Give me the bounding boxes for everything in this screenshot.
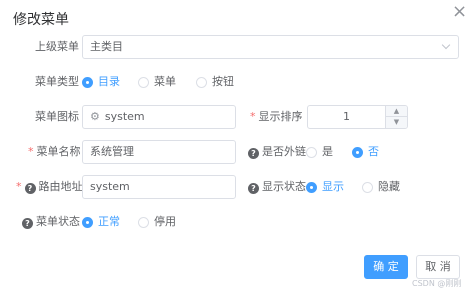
stepper-down-icon[interactable]: ▼ [386,117,407,128]
confirm-button[interactable]: 确 定 [364,255,408,279]
radio-dot [306,146,317,158]
edit-menu-dialog: 修改菜单 × 上级菜单 主类目 菜单类型 目录 菜单 按钮 菜单图标 ⚙ syst… [0,0,474,291]
display-status-label: ? 显示状态 [248,180,306,194]
radio-label: 是 [322,145,333,158]
radio-label: 显示 [322,180,344,193]
stepper-up-icon[interactable]: ▲ [386,106,407,117]
radio-dot [196,76,207,88]
external-link-label-text: 是否外链 [262,145,306,158]
menu-type-option-directory[interactable]: 目录 [82,75,120,89]
display-status-label-text: 显示状态 [262,180,306,193]
dialog-title: 修改菜单 [13,12,69,28]
help-icon[interactable]: ? [248,183,259,194]
parent-menu-label: 上级菜单 [35,40,79,53]
display-order-label: * 显示排序 [250,110,303,124]
help-icon[interactable]: ? [22,218,33,229]
help-icon[interactable]: ? [24,183,36,194]
display-order-value: 1 [343,110,350,123]
help-icon[interactable]: ? [248,148,259,159]
stepper-buttons: ▲ ▼ [385,106,407,128]
display-status-option-show[interactable]: 显示 [306,180,344,194]
radio-dot-checked [306,181,317,193]
menu-icon-input[interactable]: ⚙ system [82,105,236,129]
menu-type-option-menu[interactable]: 菜单 [138,75,176,89]
required-mark: * [250,110,256,123]
menu-type-label: 菜单类型 [35,75,79,88]
radio-dot [138,76,149,88]
menu-name-value: 系统管理 [90,145,134,158]
parent-menu-value: 主类目 [90,40,123,53]
chevron-down-icon [441,40,451,50]
menu-type-option-button[interactable]: 按钮 [196,75,234,89]
menu-name-label: * 菜单名称 [28,145,81,159]
radio-label: 目录 [98,75,120,88]
radio-dot-checked [82,216,93,228]
radio-dot-checked [352,146,363,158]
parent-menu-select[interactable]: 主类目 [82,35,459,59]
menu-name-label-text: 菜单名称 [36,145,81,158]
route-path-input[interactable]: system [82,175,236,199]
menu-icon-value: system [104,110,145,123]
radio-label: 正常 [98,215,120,228]
radio-label: 停用 [154,215,176,228]
menu-status-option-normal[interactable]: 正常 [82,215,120,229]
radio-label: 菜单 [154,75,176,88]
menu-status-option-disabled[interactable]: 停用 [138,215,176,229]
external-link-option-no[interactable]: 否 [352,145,379,159]
watermark: CSDN @刚刚 [412,279,462,288]
display-order-stepper[interactable]: 1 ▲ ▼ [307,105,408,129]
gear-icon: ⚙ [90,110,100,123]
cancel-button[interactable]: 取 消 [416,255,460,279]
radio-dot [138,216,149,228]
close-icon[interactable]: × [452,3,467,21]
menu-icon-label: 菜单图标 [35,110,79,123]
display-status-option-hide[interactable]: 隐藏 [362,180,400,194]
radio-label: 否 [368,145,379,158]
menu-status-label: ? 菜单状态 [22,215,80,229]
required-mark: * [28,145,34,158]
radio-label: 按钮 [212,75,234,88]
external-link-option-yes[interactable]: 是 [306,145,333,159]
route-path-value: system [90,180,130,193]
menu-name-input[interactable]: 系统管理 [82,140,236,164]
required-mark: * [16,180,22,193]
route-path-label-text: 路由地址 [38,180,83,193]
route-path-label: *? 路由地址 [16,180,83,194]
display-order-label-text: 显示排序 [258,110,303,123]
radio-label: 隐藏 [378,180,400,193]
radio-dot [362,181,373,193]
external-link-label: ? 是否外链 [248,145,306,159]
radio-dot-checked [82,76,93,88]
menu-status-label-text: 菜单状态 [36,215,80,228]
